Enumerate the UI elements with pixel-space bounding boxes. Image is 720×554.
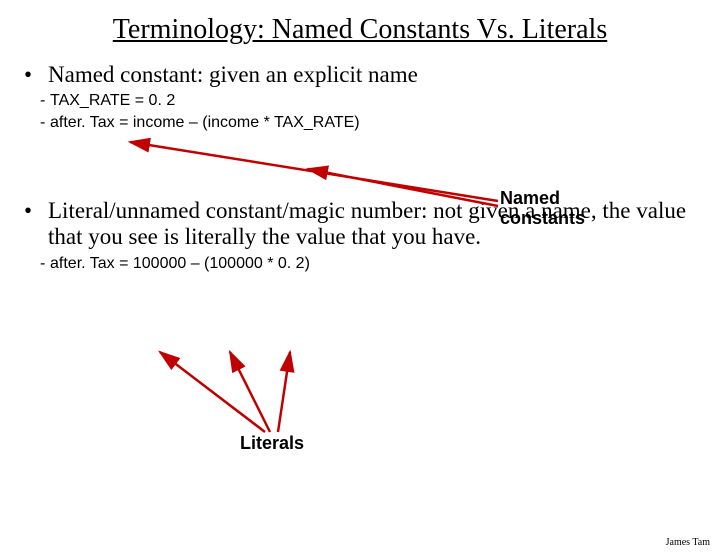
named-constants-label: Namedconstants — [500, 189, 585, 229]
section2-code-line1: -after. Tax = 100000 – (100000 * 0. 2) — [40, 253, 720, 275]
slide-title: Terminology: Named Constants Vs. Literal… — [0, 14, 720, 46]
section1-heading-text: Named constant: given an explicit name — [48, 62, 418, 88]
section1-code-line2: -after. Tax = income – (income * TAX_RAT… — [40, 112, 720, 134]
section1-code2-text: after. Tax = income – (income * TAX_RATE… — [50, 114, 360, 131]
literals-label: Literals — [240, 434, 304, 454]
section2-code1-text: after. Tax = 100000 – (100000 * 0. 2) — [50, 255, 310, 272]
bullet-icon: • — [24, 198, 38, 251]
section2-heading-text: Literal/unnamed constant/magic number: n… — [48, 198, 696, 251]
section1-code1-text: TAX_RATE = 0. 2 — [50, 92, 175, 109]
dash-icon: - — [40, 90, 50, 112]
section1-heading: • Named constant: given an explicit name — [24, 62, 696, 88]
section2-heading: • Literal/unnamed constant/magic number:… — [24, 198, 696, 251]
bullet-icon: • — [24, 62, 38, 88]
section1-code-line1: -TAX_RATE = 0. 2 — [40, 90, 720, 112]
dash-icon: - — [40, 253, 50, 275]
dash-icon: - — [40, 112, 50, 134]
author-footer: James Tam — [666, 537, 710, 548]
